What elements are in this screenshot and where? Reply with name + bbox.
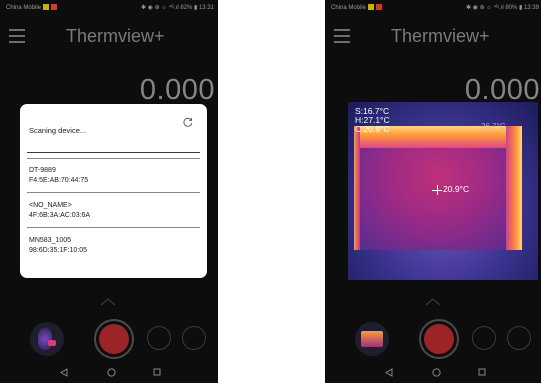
temperature-stats: S:16.7°C H:27.1°C C:20.9°C	[355, 107, 390, 134]
status-indicators: ✱ ◉ ⊕ ☼ ⁴ᴳ.ıl 80% ▮ 13:39	[465, 5, 539, 11]
divider	[27, 227, 200, 228]
status-indicators: ✱ ◉ ⊕ ☼ ⁴ᴳ.ıl 82% ▮ 13:31	[140, 5, 214, 11]
home-icon[interactable]	[432, 368, 441, 377]
device-name: <NO_NAME>	[29, 202, 72, 209]
device-name: MN583_1005	[29, 237, 72, 244]
hamburger-menu-icon[interactable]	[9, 29, 25, 43]
system-navbar	[325, 362, 541, 383]
device-item[interactable]: <NO_NAME> 4F:6B:3A:AC:03:6A	[29, 201, 90, 221]
thermal-image-view[interactable]: S:16.7°C H:27.1°C C:20.9°C 26.7°C 20.9°C	[348, 102, 538, 280]
device-address: F4:5E:AB:70:44:75	[29, 177, 89, 184]
status-bar: China Mobile ✱ ◉ ⊕ ☼ ⁴ᴳ.ıl 82% ▮ 13:31	[0, 0, 218, 16]
app-bar: Thermview+	[0, 16, 218, 56]
temperature-reading: 0.000	[139, 74, 215, 106]
device-name: DT-9889	[29, 167, 56, 174]
app-title: Thermview+	[66, 26, 165, 46]
hamburger-menu-icon[interactable]	[334, 29, 350, 43]
back-icon[interactable]	[60, 368, 68, 377]
device-scan-dialog: Scaning device... DT-9889 F4:5E:AB:70:44…	[20, 104, 207, 278]
carrier-label: China Mobile	[331, 0, 383, 16]
gallery-thumbnail[interactable]	[30, 322, 64, 356]
back-icon[interactable]	[385, 368, 393, 377]
chevron-up-icon[interactable]	[425, 298, 441, 306]
record-button[interactable]	[94, 319, 134, 359]
phone-screen-thermal: China Mobile ✱ ◉ ⊕ ☼ ⁴ᴳ.ıl 80% ▮ 13:39 T…	[325, 0, 541, 383]
divider	[27, 158, 200, 159]
system-navbar	[0, 362, 218, 383]
gallery-thumbnail[interactable]	[355, 322, 389, 356]
refresh-icon[interactable]	[183, 117, 193, 127]
settings-button[interactable]	[507, 326, 531, 350]
max-temp-label: 26.7°C	[481, 122, 506, 131]
device-address: 4F:6B:3A:AC:03:6A	[29, 212, 91, 219]
divider	[27, 192, 200, 193]
app-title: Thermview+	[391, 26, 490, 46]
divider	[27, 152, 200, 153]
recent-apps-icon[interactable]	[153, 368, 161, 376]
record-button[interactable]	[419, 319, 459, 359]
scan-status-label: Scaning device...	[29, 126, 87, 135]
app-bar: Thermview+	[325, 16, 541, 56]
status-bar: China Mobile ✱ ◉ ⊕ ☼ ⁴ᴳ.ıl 80% ▮ 13:39	[325, 0, 541, 16]
device-item[interactable]: MN583_1005 98:6D:35:1F:10:05	[29, 236, 87, 256]
recent-apps-icon[interactable]	[478, 368, 486, 376]
settings-button[interactable]	[182, 326, 206, 350]
stat-c: C:20.9°C	[355, 124, 390, 134]
mode-button[interactable]	[472, 326, 496, 350]
device-address: 98:6D:35:1F:10:05	[29, 247, 87, 254]
home-icon[interactable]	[107, 368, 116, 377]
phone-screen-scanning: China Mobile ✱ ◉ ⊕ ☼ ⁴ᴳ.ıl 82% ▮ 13:31 T…	[0, 0, 218, 383]
chevron-up-icon[interactable]	[100, 298, 116, 306]
mode-button[interactable]	[147, 326, 171, 350]
device-item[interactable]: DT-9889 F4:5E:AB:70:44:75	[29, 166, 88, 186]
crosshair-icon	[432, 185, 442, 195]
center-temp-label: 20.9°C	[443, 184, 470, 194]
carrier-label: China Mobile	[6, 0, 58, 16]
